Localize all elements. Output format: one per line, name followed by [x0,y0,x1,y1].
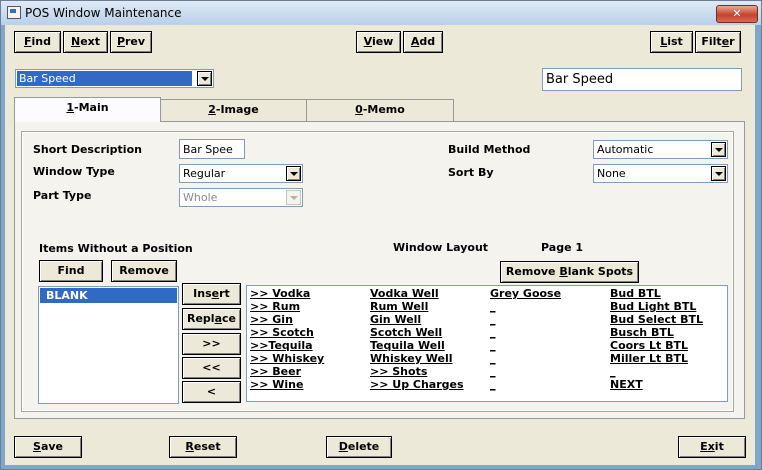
chevron-down-icon [286,190,301,205]
layout-cell[interactable]: _ [490,378,496,391]
layout-cell[interactable]: >> Up Charges [370,378,464,391]
part-type-select: Whole [179,188,303,207]
layout-cell[interactable]: >> Beer [250,365,301,378]
build-method-label: Build Method [448,143,531,156]
tab-main[interactable]: 1-Main [14,97,161,122]
chevron-down-icon[interactable] [286,166,301,181]
window-layout-title: Window Layout [393,241,489,254]
app-icon [7,6,21,19]
layout-cell[interactable]: Gin Well [370,313,421,326]
window-layout-grid[interactable]: >> Vodka >> Rum >> Gin >> Scotch >>Tequila >>… [246,285,728,402]
layout-cell[interactable]: Grey Goose [490,287,561,300]
layout-cell[interactable]: Whiskey Well [370,352,453,365]
layout-cell[interactable]: Busch BTL [610,326,674,339]
forward-all-button[interactable]: >> [182,333,241,355]
part-type-value: Whole [183,191,218,204]
layout-cell[interactable]: Tequila Well [370,339,445,352]
page-indicator: Page 1 [541,241,584,254]
chevron-down-icon[interactable] [711,166,726,181]
layout-cell[interactable]: >> Shots [370,365,427,378]
layout-cell[interactable]: >> Gin [250,313,293,326]
insert-button[interactable]: Insert [182,283,241,305]
short-description-value: Bar Spee [183,143,233,156]
find-button[interactable]: Find [14,31,61,53]
items-remove-button[interactable]: Remove [111,260,177,282]
window-selector-value: Bar Speed [17,71,192,86]
layout-cell[interactable]: Bud Light BTL [610,300,696,313]
sort-by-select[interactable]: None [593,164,728,183]
prev-button[interactable]: Prev [110,31,152,53]
window-title: POS Window Maintenance [25,6,182,20]
window-type-value: Regular [183,167,226,180]
layout-cell[interactable]: NEXT [610,378,643,391]
layout-cell[interactable]: _ [490,313,496,326]
layout-cell[interactable]: _ [490,326,496,339]
layout-cell[interactable]: Scotch Well [370,326,442,339]
layout-cell[interactable]: >> Rum [250,300,300,313]
title-bar: POS Window Maintenance ✕ [1,1,761,25]
replace-button[interactable]: Replace [182,308,241,330]
reset-button[interactable]: Reset [169,436,237,458]
layout-cell[interactable]: _ [610,365,616,378]
short-description-field[interactable]: Bar Spee [179,139,245,159]
tab-memo[interactable]: 0-Memo [306,99,454,121]
layout-cell[interactable]: Rum Well [370,300,428,313]
layout-cell[interactable]: Bud Select BTL [610,313,703,326]
layout-cell[interactable]: >> Scotch [250,326,314,339]
window-type-select[interactable]: Regular [179,164,303,183]
sort-by-label: Sort By [448,166,494,179]
chevron-down-icon[interactable] [711,142,726,157]
add-button[interactable]: Add [403,31,443,53]
layout-cell[interactable]: >>Tequila [250,339,313,352]
layout-cell[interactable]: >> Vodka [250,287,310,300]
close-button[interactable]: ✕ [716,5,758,23]
list-button[interactable]: List [650,31,693,53]
layout-cell[interactable]: >> Wine [250,378,303,391]
items-without-position-title: Items Without a Position [39,242,193,255]
chevron-down-icon[interactable] [197,71,212,86]
window-name-value: Bar Speed [546,72,614,87]
client-area: Find Next Prev View Add List Filter Bar … [5,25,755,465]
layout-cell[interactable]: _ [490,300,496,313]
layout-cell[interactable]: _ [490,365,496,378]
delete-button[interactable]: Delete [326,436,392,458]
layout-cell[interactable]: Vodka Well [370,287,439,300]
layout-cell[interactable]: _ [490,352,496,365]
layout-cell[interactable]: Miller Lt BTL [610,352,688,365]
app-window: POS Window Maintenance ✕ Find Next Prev … [0,0,762,470]
filter-button[interactable]: Filter [695,31,741,53]
tab-image[interactable]: 2-Image [160,99,307,121]
save-button[interactable]: Save [14,436,82,458]
layout-cell[interactable]: _ [490,339,496,352]
layout-cell[interactable]: Coors Lt BTL [610,339,688,352]
window-type-label: Window Type [33,165,115,178]
short-description-label: Short Description [33,143,142,156]
build-method-value: Automatic [597,143,654,156]
back-all-button[interactable]: << [182,357,241,379]
view-button[interactable]: View [356,31,401,53]
remove-blank-spots-button[interactable]: Remove Blank Spots [500,261,639,283]
build-method-select[interactable]: Automatic [593,140,728,159]
sort-by-value: None [597,167,626,180]
layout-cell[interactable]: >> Whiskey [250,352,324,365]
window-name-field[interactable]: Bar Speed [542,68,742,91]
next-button[interactable]: Next [63,31,108,53]
part-type-label: Part Type [33,189,92,202]
back-one-button[interactable]: < [182,381,241,403]
exit-button[interactable]: Exit [678,436,746,458]
layout-cell[interactable]: Bud BTL [610,287,661,300]
window-selector[interactable]: Bar Speed [15,69,214,88]
items-find-button[interactable]: Find [39,260,103,282]
items-list[interactable]: BLANK [38,286,179,404]
list-item[interactable]: BLANK [40,288,177,303]
